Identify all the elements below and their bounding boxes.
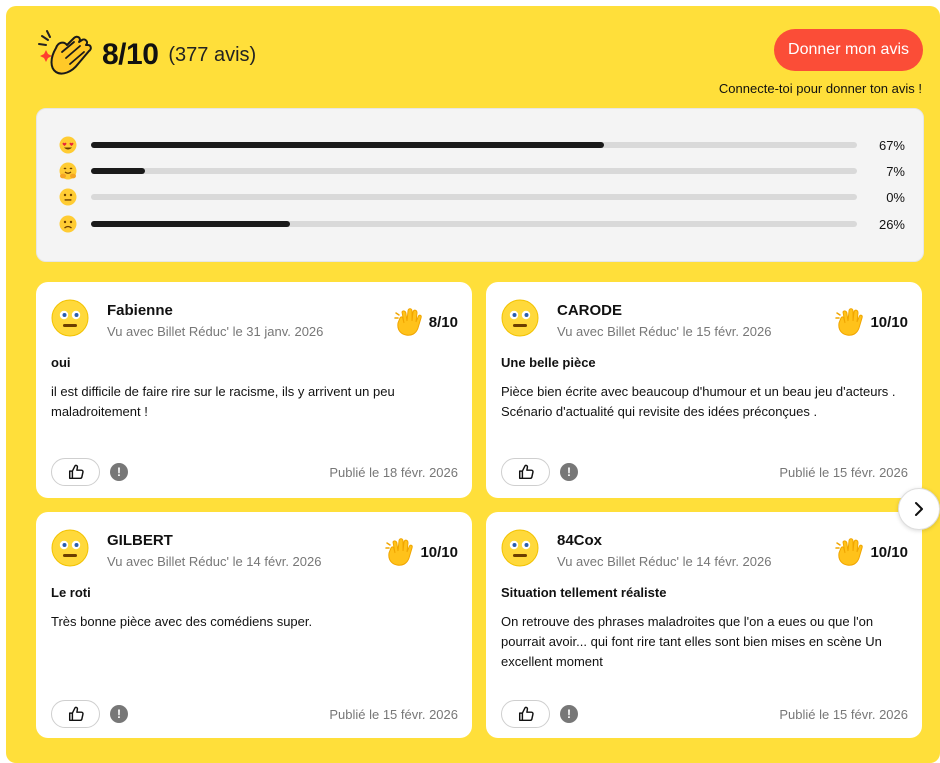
next-reviews-button[interactable] [898,488,940,530]
like-button[interactable] [51,458,100,486]
review-published-date: Publié le 15 févr. 2026 [779,707,908,722]
distribution-percent: 26% [878,216,905,232]
review-published-date: Publié le 18 févr. 2026 [329,465,458,480]
distribution-bar-fill [91,221,291,227]
review-meta: Vu avec Billet Réduc' le 14 févr. 2026 [557,554,772,569]
distribution-row: 67% [59,136,905,154]
review-rating: 10/10 [834,536,908,568]
distribution-row: 26% [59,215,905,233]
distribution-percent: 0% [886,189,905,205]
distribution-bar-track [91,221,857,227]
review-author: GILBERT [107,532,173,549]
review-rating-value: 10/10 [870,543,908,561]
review-meta: Vu avec Billet Réduc' le 14 févr. 2026 [107,554,322,569]
review-title: Situation tellement réaliste [501,585,667,600]
review-body: Pièce bien écrite avec beaucoup d'humour… [501,384,896,419]
review-author: CARODE [557,302,623,319]
overall-score: 8/10 (377 avis) [38,28,256,82]
waving-hand-icon [384,536,416,568]
review-meta: Vu avec Billet Réduc' le 31 janv. 2026 [107,324,324,339]
review-rating-value: 8/10 [428,313,458,331]
review-published-date: Publié le 15 févr. 2026 [329,707,458,722]
review-rating: 10/10 [834,306,908,338]
review-count: (377 avis) [168,43,257,66]
review-card: 84Cox Vu avec Billet Réduc' le 14 févr. … [486,512,922,738]
heart-eyes-face-icon [59,136,77,154]
review-rating: 8/10 [393,306,458,338]
review-title: Le roti [51,585,91,600]
clapping-hands-icon [38,30,92,75]
chevron-right-icon [915,502,923,516]
distribution-bar-track [91,142,857,148]
like-button[interactable] [501,458,550,486]
review-author: 84Cox [557,532,603,549]
login-hint[interactable]: Connecte-toi pour donner ton avis ! [719,81,922,96]
review-body: Très bonne pièce avec des comédiens supe… [51,614,313,629]
distribution-bar-track [91,168,857,174]
review-rating-value: 10/10 [420,543,458,561]
review-body: On retrouve des phrases maladroites que … [501,614,882,669]
hugging-face-icon [59,162,77,180]
report-button[interactable]: ! [110,463,128,481]
thumbs-up-icon [67,705,85,723]
thumbs-up-icon [517,705,535,723]
review-card: Fabienne Vu avec Billet Réduc' le 31 jan… [36,282,472,498]
avatar-icon [501,299,539,337]
waving-hand-icon [393,306,425,338]
report-button[interactable]: ! [560,463,578,481]
avatar-icon [501,529,539,567]
avatar-icon [51,529,89,567]
waving-hand-icon [834,536,866,568]
neutral-face-icon [59,188,77,206]
avatar-icon [51,299,89,337]
review-card: CARODE Vu avec Billet Réduc' le 15 févr.… [486,282,922,498]
review-rating: 10/10 [384,536,458,568]
reviews-panel: 8/10 (377 avis) Donner mon avis Connecte… [6,6,940,763]
review-published-date: Publié le 15 févr. 2026 [779,465,908,480]
report-button[interactable]: ! [110,705,128,723]
review-body: il est difficile de faire rire sur le ra… [51,384,395,419]
waving-hand-icon [834,306,866,338]
thumbs-up-icon [67,463,85,481]
review-rating-value: 10/10 [870,313,908,331]
distribution-row: 7% [59,162,905,180]
sad-face-icon [59,215,77,233]
distribution-bar-fill [91,142,605,148]
review-title: oui [51,355,71,370]
distribution-row: 0% [59,188,905,206]
distribution-percent: 67% [878,137,905,153]
review-author: Fabienne [107,302,173,319]
rating-distribution: 67% 7% 0% 26% [36,108,924,262]
like-button[interactable] [51,700,100,728]
report-button[interactable]: ! [560,705,578,723]
distribution-bar-track [91,194,857,200]
give-review-button[interactable]: Donner mon avis [774,29,923,71]
review-card: GILBERT Vu avec Billet Réduc' le 14 févr… [36,512,472,738]
score-value: 8/10 [102,38,159,71]
like-button[interactable] [501,700,550,728]
thumbs-up-icon [517,463,535,481]
review-title: Une belle pièce [501,355,596,370]
review-meta: Vu avec Billet Réduc' le 15 févr. 2026 [557,324,772,339]
distribution-percent: 7% [886,163,905,179]
distribution-bar-fill [91,168,145,174]
